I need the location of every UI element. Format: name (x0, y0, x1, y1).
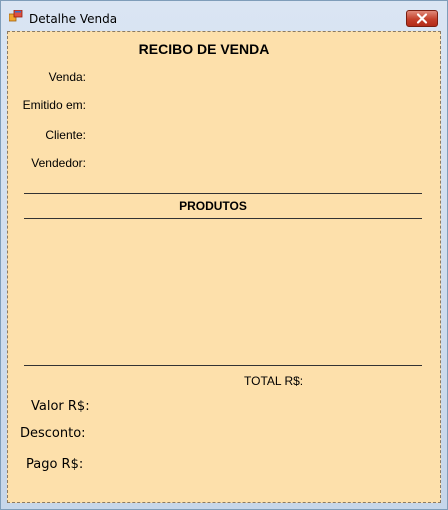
pago-label: Pago R$: (26, 457, 84, 472)
vendedor-label: Vendedor: (31, 156, 86, 170)
venda-label: Venda: (48, 70, 86, 84)
detalhe-venda-window: Detalhe Venda RECIBO DE VENDA Venda: Emi… (0, 0, 448, 510)
receipt-panel: RECIBO DE VENDA Venda: Emitido em: Clien… (7, 31, 441, 503)
products-top-separator (24, 193, 422, 194)
app-icon (9, 10, 23, 22)
cliente-label: Cliente: (45, 128, 86, 142)
window-title: Detalhe Venda (29, 12, 118, 26)
close-button[interactable] (406, 10, 438, 27)
desconto-label: Desconto: (20, 426, 86, 441)
close-icon (416, 13, 428, 24)
products-list (24, 220, 422, 364)
products-header-separator (24, 218, 422, 219)
valor-label: Valor R$: (31, 399, 90, 414)
emitido-em-label: Emitido em: (22, 98, 86, 112)
products-bottom-separator (24, 365, 422, 366)
total-label: TOTAL R$: (244, 374, 304, 388)
title-bar[interactable]: Detalhe Venda (1, 1, 447, 29)
receipt-title: RECIBO DE VENDA (138, 41, 270, 57)
products-header: PRODUTOS (179, 199, 247, 213)
